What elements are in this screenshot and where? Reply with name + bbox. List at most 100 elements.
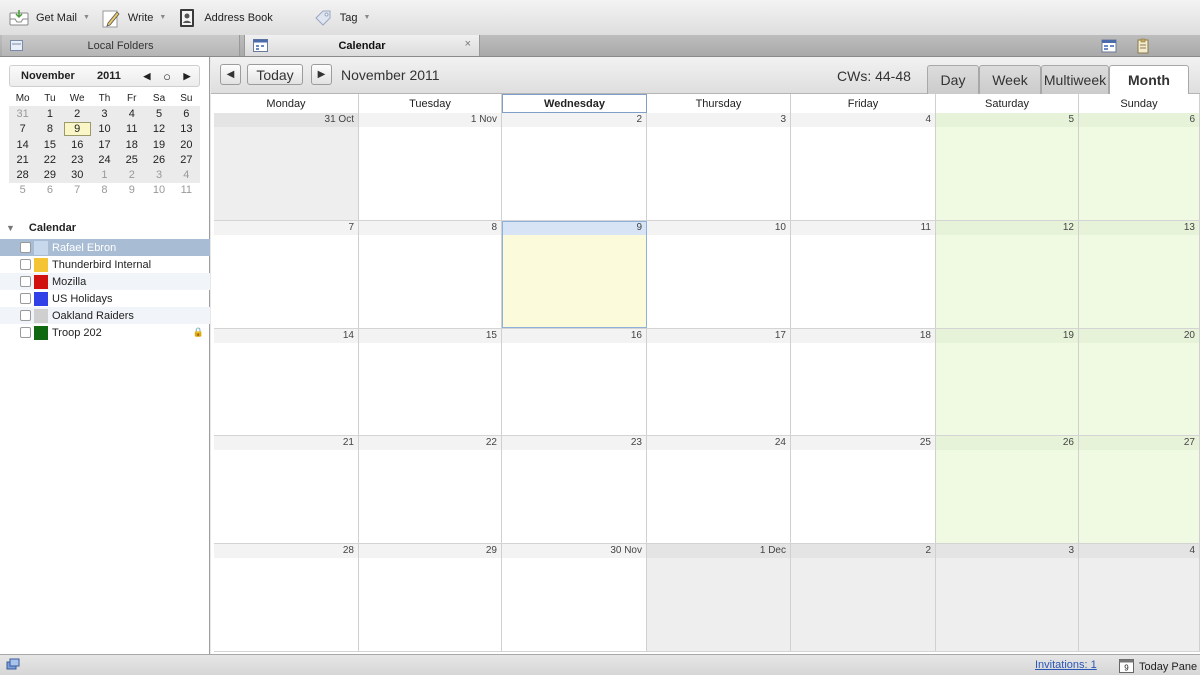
day-cell[interactable]: 22 — [359, 436, 502, 544]
day-cell[interactable]: 28 — [214, 544, 359, 651]
day-cell[interactable]: 17 — [647, 328, 791, 436]
calendar-list-item[interactable]: Mozilla — [0, 273, 210, 290]
day-cell[interactable]: 19 — [936, 328, 1079, 436]
mini-month-day[interactable]: 19 — [145, 139, 172, 151]
day-cell[interactable]: 23 — [502, 436, 647, 544]
mini-month-day[interactable]: 3 — [145, 169, 172, 181]
day-cell[interactable]: 13 — [1079, 220, 1200, 328]
view-tab-week[interactable]: Week — [979, 65, 1041, 94]
mini-month-year[interactable]: 2011 — [97, 70, 137, 82]
calendar-checkbox[interactable] — [20, 310, 31, 321]
tag-button[interactable]: Tag ▼ — [312, 5, 371, 31]
calendar-checkbox[interactable] — [20, 242, 31, 253]
mini-month-day[interactable]: 10 — [91, 123, 118, 135]
calendar-list-item[interactable]: Oakland Raiders — [0, 307, 210, 324]
day-cell[interactable]: 1 Dec — [647, 544, 791, 651]
write-dropdown-icon[interactable]: ▼ — [159, 14, 166, 21]
day-cell[interactable]: 16 — [502, 328, 647, 436]
day-cell[interactable]: 11 — [791, 220, 936, 328]
mini-month-day[interactable]: 24 — [91, 154, 118, 166]
day-cell[interactable]: 10 — [647, 220, 791, 328]
close-tab-icon[interactable]: × — [465, 38, 471, 50]
mini-month-day[interactable]: 23 — [64, 154, 91, 166]
day-cell[interactable]: 25 — [791, 436, 936, 544]
day-cell[interactable]: 14 — [214, 328, 359, 436]
view-tab-day[interactable]: Day — [927, 65, 979, 94]
day-cell[interactable]: 8 — [359, 220, 502, 328]
mini-month-day[interactable]: 2 — [118, 169, 145, 181]
day-cell-today[interactable]: 9 — [502, 220, 647, 328]
next-month-button[interactable]: ▶ — [311, 64, 332, 85]
mini-month-day[interactable]: 28 — [9, 169, 36, 181]
mini-month-prev-icon[interactable]: ◀ — [137, 71, 157, 82]
mini-month-day[interactable]: 12 — [145, 123, 172, 135]
get-mail-button[interactable]: Get Mail ▼ — [8, 5, 90, 31]
calendar-list-item[interactable]: Rafael Ebron — [0, 239, 210, 256]
mini-month-day[interactable]: 4 — [118, 108, 145, 120]
day-cell[interactable]: 3 — [647, 113, 791, 220]
mini-month-day[interactable]: 26 — [145, 154, 172, 166]
mini-month-day[interactable]: 5 — [9, 184, 36, 196]
calendar-list-item[interactable]: Thunderbird Internal — [0, 256, 210, 273]
mini-month-next-icon[interactable]: ▶ — [177, 71, 197, 82]
day-cell[interactable]: 18 — [791, 328, 936, 436]
mini-month-day[interactable]: 30 — [64, 169, 91, 181]
mini-month-day[interactable]: 8 — [36, 123, 63, 135]
previous-month-button[interactable]: ◀ — [220, 64, 241, 85]
today-button[interactable]: Today — [247, 64, 303, 85]
get-mail-dropdown-icon[interactable]: ▼ — [83, 14, 90, 21]
online-status-icon[interactable] — [6, 658, 20, 675]
mini-month-day[interactable]: 10 — [145, 184, 172, 196]
day-cell[interactable]: 4 — [1079, 544, 1200, 651]
day-cell[interactable]: 7 — [214, 220, 359, 328]
mini-month-day[interactable]: 8 — [91, 184, 118, 196]
calendar-list-item[interactable]: Troop 202 🔒 — [0, 324, 210, 341]
tasks-icon[interactable] — [1135, 38, 1151, 54]
view-tab-multiweek[interactable]: Multiweek — [1041, 65, 1109, 94]
view-tab-month[interactable]: Month — [1109, 65, 1189, 94]
day-cell[interactable]: 15 — [359, 328, 502, 436]
mini-month-day[interactable]: 17 — [91, 139, 118, 151]
calendar-list-item[interactable]: US Holidays — [0, 290, 210, 307]
day-cell[interactable]: 29 — [359, 544, 502, 651]
day-cell[interactable]: 6 — [1079, 113, 1200, 220]
mini-month-day[interactable]: 20 — [173, 139, 200, 151]
mini-month-day[interactable]: 9 — [118, 184, 145, 196]
mini-month-day[interactable]: 16 — [64, 139, 91, 151]
day-cell[interactable]: 26 — [936, 436, 1079, 544]
day-cell[interactable]: 5 — [936, 113, 1079, 220]
mini-month-day[interactable]: 29 — [36, 169, 63, 181]
tab-local-folders[interactable]: Local Folders — [2, 35, 240, 56]
day-cell[interactable]: 2 — [791, 544, 936, 651]
calendar-checkbox[interactable] — [20, 327, 31, 338]
calendar-view-icon[interactable] — [1101, 38, 1117, 54]
day-cell[interactable]: 24 — [647, 436, 791, 544]
mini-month-day[interactable]: 18 — [118, 139, 145, 151]
day-cell[interactable]: 20 — [1079, 328, 1200, 436]
mini-month-day[interactable]: 11 — [173, 184, 200, 196]
mini-month-day[interactable]: 6 — [173, 108, 200, 120]
mini-month-day[interactable]: 7 — [9, 123, 36, 135]
mini-month-month[interactable]: November — [21, 70, 97, 82]
day-cell[interactable]: 3 — [936, 544, 1079, 651]
calendar-list-header[interactable]: ▼ Calendar — [0, 217, 210, 239]
day-cell[interactable]: 31 Oct — [214, 113, 359, 220]
mini-month-day[interactable]: 1 — [36, 108, 63, 120]
tag-dropdown-icon[interactable]: ▼ — [364, 14, 371, 21]
mini-month-day[interactable]: 6 — [36, 184, 63, 196]
mini-month-day[interactable]: 3 — [91, 108, 118, 120]
mini-month-day[interactable]: 4 — [173, 169, 200, 181]
day-cell[interactable]: 1 Nov — [359, 113, 502, 220]
calendar-checkbox[interactable] — [20, 259, 31, 270]
mini-month-day[interactable]: 2 — [64, 108, 91, 120]
mini-month-day[interactable]: 14 — [9, 139, 36, 151]
mini-month-day[interactable]: 21 — [9, 154, 36, 166]
calendar-checkbox[interactable] — [20, 276, 31, 287]
mini-month-day[interactable]: 27 — [173, 154, 200, 166]
mini-month-day[interactable]: 11 — [118, 123, 145, 135]
day-cell[interactable]: 30 Nov — [502, 544, 647, 651]
mini-month-day[interactable]: 25 — [118, 154, 145, 166]
day-cell[interactable]: 12 — [936, 220, 1079, 328]
today-pane-button[interactable]: 9 Today Pane — [1119, 658, 1197, 675]
collapse-triangle-icon[interactable]: ▼ — [6, 223, 15, 233]
